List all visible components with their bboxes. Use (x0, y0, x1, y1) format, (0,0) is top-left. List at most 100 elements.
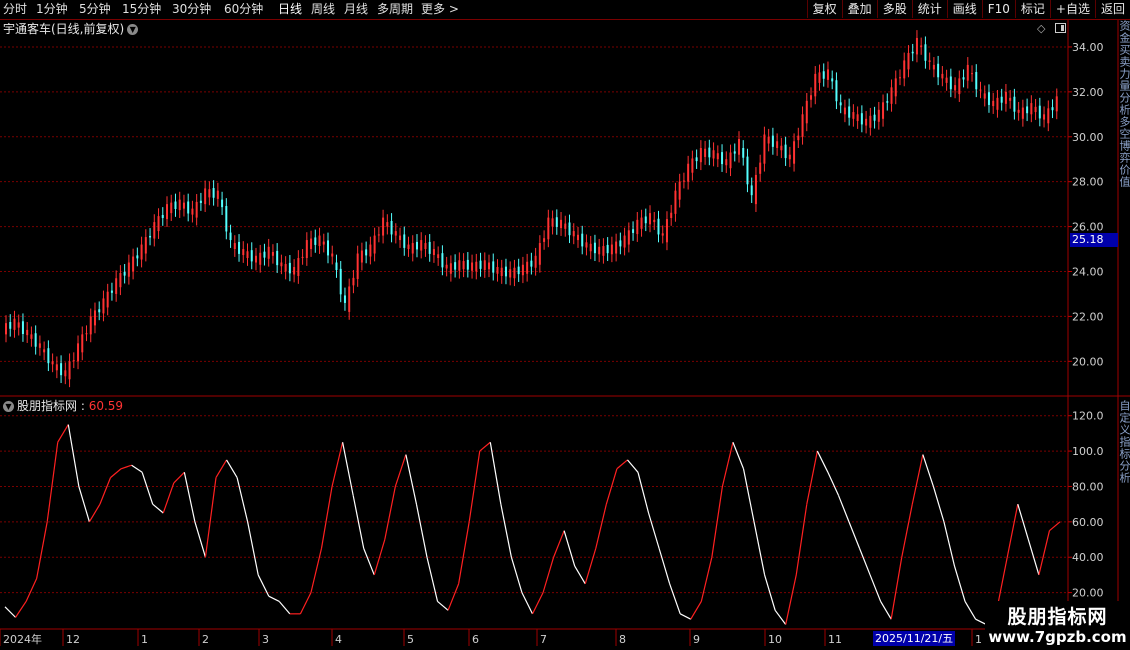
indicator-segment-down (880, 601, 892, 620)
candle-down (335, 262, 338, 270)
candle-up (445, 264, 448, 269)
indicator-segment-up (299, 592, 312, 615)
indicator-segment-down (574, 565, 586, 585)
candle-up (301, 256, 304, 258)
indicator-segment-down (510, 557, 523, 593)
candle-up (166, 204, 169, 220)
candle-up (153, 222, 156, 239)
chevron-down-icon[interactable]: ▼ (3, 401, 14, 412)
candle-down (657, 218, 660, 235)
candle-up (729, 152, 732, 169)
panel-toggle-icon[interactable] (1055, 23, 1066, 33)
candle-up (322, 241, 325, 245)
candle-up (610, 244, 613, 255)
side-panel-tabs-bottom[interactable]: 自定义指标分析 (1119, 400, 1130, 630)
kline-chart-canvas[interactable]: 34.00 32.00 30.00 28.00 26.00 24.00 22.00 20.00… (0, 0, 1130, 650)
candle-up (759, 162, 762, 174)
indicator-segment-up (531, 592, 544, 615)
indicator-segment-up (785, 574, 797, 625)
candle-up (589, 243, 592, 252)
side-panel-tabs-top[interactable]: 资金买卖力量分析多空博弈价值 (1119, 20, 1130, 395)
candle-up (471, 262, 474, 271)
candle-up (551, 218, 554, 227)
candle-down (1038, 105, 1041, 119)
candle-down (886, 101, 889, 103)
candle-down (632, 229, 635, 233)
indicator-segment-up (1006, 504, 1019, 558)
candle-up (55, 364, 58, 371)
candle-down (530, 260, 533, 267)
candle-up (572, 231, 575, 237)
date-axis-label: 12 (66, 633, 80, 646)
candle-up (763, 134, 766, 164)
indicator-segment-down (869, 574, 882, 602)
candle-down (949, 76, 952, 90)
indicator-segment-down (226, 459, 238, 478)
candle-up (115, 278, 118, 294)
indicator-segment-up (605, 468, 618, 505)
candle-down (924, 44, 927, 61)
candle-up (538, 243, 541, 265)
candle-up (971, 73, 974, 75)
candle-up (475, 261, 478, 272)
candle-up (526, 261, 529, 274)
candle-up (636, 219, 639, 235)
candle-up (513, 267, 516, 279)
date-axis-label: 4 (335, 633, 342, 646)
candle-up (68, 361, 71, 380)
candle-up (77, 343, 80, 362)
indicator-segment-down (742, 468, 755, 522)
candle-down (314, 237, 317, 245)
chevron-down-icon[interactable]: ▼ (127, 24, 139, 35)
candle-up (64, 370, 67, 377)
indicator-segment-up (373, 539, 386, 576)
indicator-segment-down (816, 450, 829, 473)
diamond-icon[interactable]: ◇ (1037, 22, 1045, 35)
date-axis-label: 1 (975, 633, 982, 646)
indicator-segment-down (563, 530, 576, 567)
indicator-segment-down (964, 601, 977, 620)
price-axis-label: 34.00 (1072, 41, 1104, 54)
candle-up (941, 73, 944, 79)
date-axis-label: 5 (407, 633, 414, 646)
watermark-title: 股朋指标网 (1007, 606, 1108, 628)
indicator-segment-up (173, 471, 185, 484)
indicator-segment-down (4, 606, 16, 618)
candle-up (678, 181, 681, 200)
candle-down (911, 51, 914, 54)
indicator-segment-up (57, 424, 69, 443)
candle-up (534, 255, 537, 268)
candle-up (898, 77, 901, 79)
indicator-segment-up (447, 583, 460, 611)
candle-up (191, 208, 194, 215)
candle-down (742, 147, 745, 158)
candle-up (420, 240, 423, 251)
candle-down (784, 144, 787, 159)
candle-up (360, 250, 363, 263)
candle-up (649, 213, 652, 225)
candle-down (1051, 107, 1054, 111)
candle-up (509, 269, 512, 278)
candle-up (716, 153, 719, 160)
indicator-segment-up (46, 442, 59, 522)
candle-down (987, 92, 990, 105)
indicator-segment-up (690, 601, 702, 620)
watermark-url: www.7gpzb.com (988, 628, 1127, 646)
candle-up (564, 223, 567, 229)
candle-up (543, 238, 546, 242)
candle-up (399, 235, 402, 241)
candle-up (894, 78, 897, 97)
indicator-segment-down (837, 495, 850, 523)
candle-up (653, 219, 656, 223)
date-axis-label: 6 (472, 633, 479, 646)
indicator-segment-down (848, 521, 861, 549)
cursor-date-tag: 2025/11/21/五 (873, 631, 956, 646)
indicator-segment-down (67, 424, 80, 487)
indicator-segment-up (721, 442, 734, 487)
indicator-segment-down (194, 521, 207, 558)
candle-down (441, 253, 444, 268)
candle-up (267, 246, 270, 259)
candle-down (975, 72, 978, 90)
candle-down (492, 261, 495, 273)
price-axis-label: 22.00 (1072, 310, 1104, 323)
